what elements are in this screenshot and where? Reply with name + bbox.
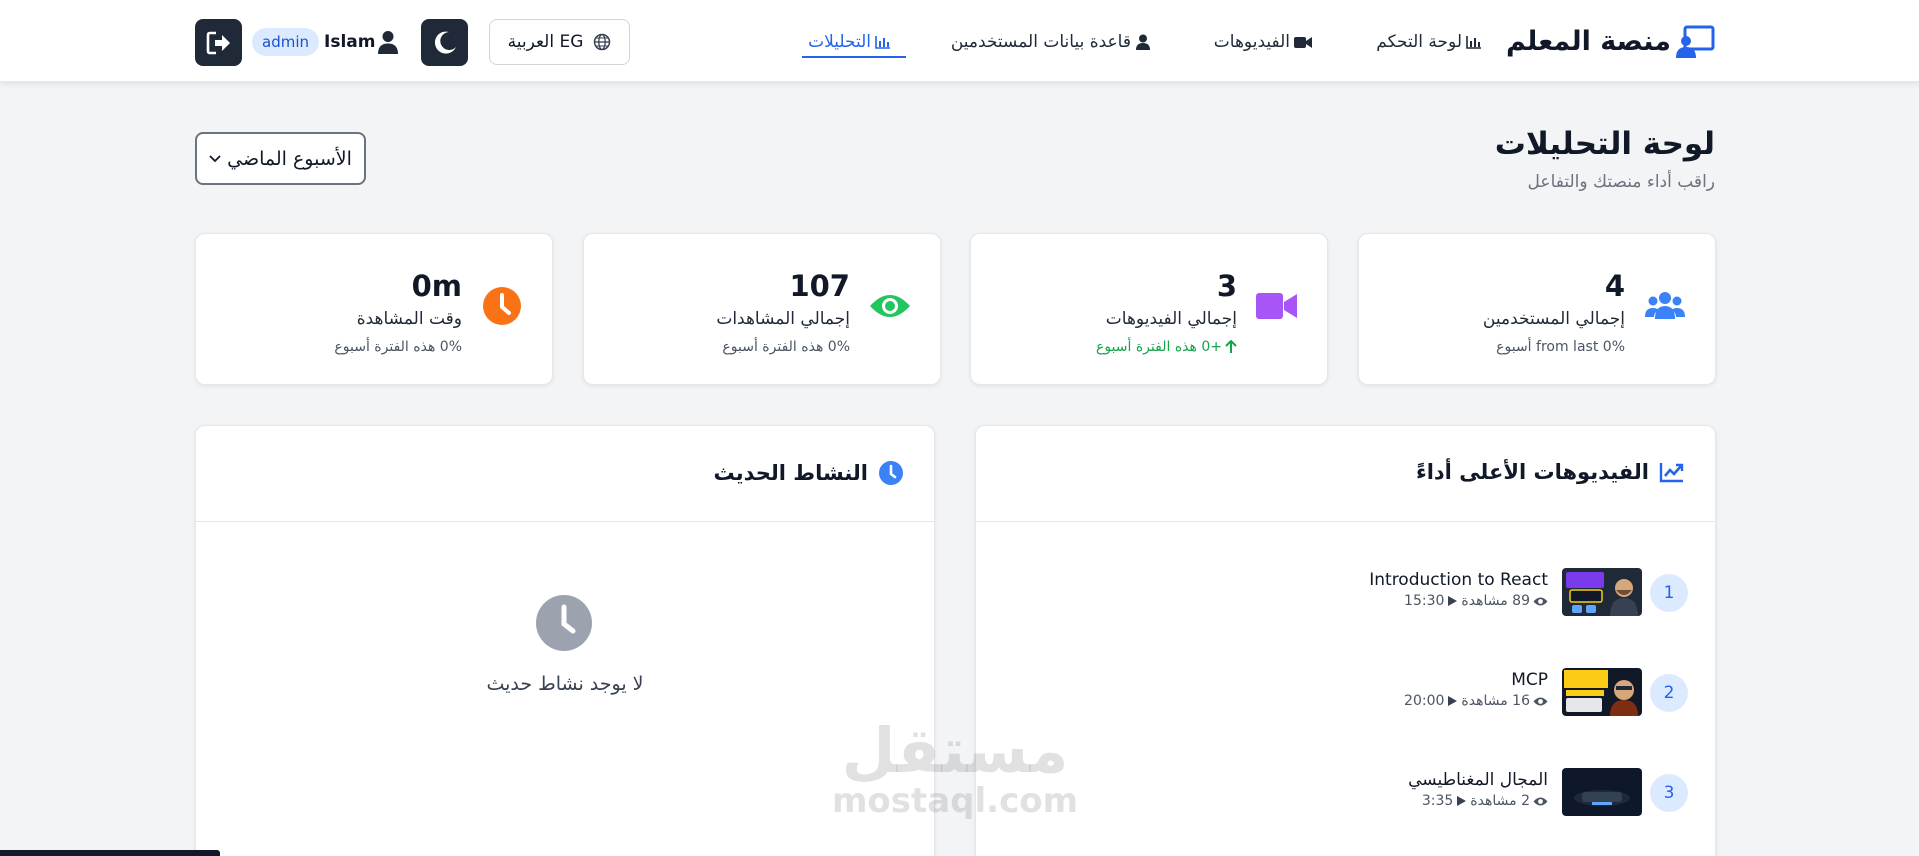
video-thumbnail [1562, 668, 1642, 716]
stat-value-watch-time: 0m [411, 269, 462, 303]
teacher-board-icon [1676, 25, 1715, 58]
theme-toggle-button[interactable] [421, 19, 468, 66]
play-icon [1448, 596, 1458, 606]
top-videos-title: الفيديوهات الأعلى أداءً [1415, 460, 1649, 484]
stat-change-watch-time: 0% هذه الفترة أسبوع [334, 339, 462, 355]
nav-label-analytics: التحليلات [808, 32, 871, 52]
role-badge: admin [252, 28, 319, 56]
nav-link-analytics[interactable]: التحليلات [808, 32, 891, 52]
video-title: المجال المغناطيسي [1408, 770, 1548, 790]
nav-label-videos: الفيديوهات [1213, 32, 1290, 52]
stat-card-users: 4 إجمالي المستخدمين 0% from last أسبوع [1358, 233, 1716, 385]
video-title: Introduction to React [1369, 570, 1548, 590]
video-row[interactable]: 3 المجال المغناطيسي 2 مشاهدة 3:35 [988, 768, 1688, 820]
language-label: EG العربية [507, 32, 584, 52]
recent-activity-panel: النشاط الحديث لا يوجد نشاط حديث [195, 425, 935, 856]
video-row[interactable]: 1 Introduction to React 89 مشاهدة 15:30 [988, 568, 1688, 620]
stat-value-views: 107 [789, 269, 850, 303]
period-value: الأسبوع الماضي [227, 147, 352, 170]
brand-name: منصة المعلم [1505, 25, 1671, 57]
play-icon [1457, 796, 1467, 806]
nav-label-dashboard: لوحة التحكم [1376, 32, 1462, 52]
stat-card-watch-time: 0m وقت المشاهدة 0% هذه الفترة أسبوع [195, 233, 553, 385]
moon-icon [434, 31, 456, 54]
stat-label-users: إجمالي المستخدمين [1482, 309, 1625, 329]
stat-card-views: 107 إجمالي المشاهدات 0% هذه الفترة أسبوع [583, 233, 941, 385]
period-select[interactable]: الأسبوع الماضي [195, 132, 366, 185]
users-icon [1643, 284, 1687, 328]
video-views: 2 مشاهدة [1470, 793, 1530, 809]
page-title: لوحة التحليلات [1494, 126, 1715, 162]
watermark: مستقل mostaql.com [830, 714, 1080, 821]
clock-icon [480, 284, 524, 328]
video-rank: 2 [1650, 674, 1688, 712]
top-videos-panel: الفيديوهات الأعلى أداءً 1 Introduction t… [975, 425, 1716, 856]
nav-label-users-db: قاعدة بيانات المستخدمين [950, 32, 1131, 52]
video-thumbnail [1562, 768, 1642, 816]
page-subtitle: راقب أداء منصتك والتفاعل [1527, 172, 1715, 192]
watermark-latin: mostaql.com [831, 781, 1079, 821]
stat-label-watch-time: وقت المشاهدة [356, 309, 462, 329]
language-selector[interactable]: EG العربية [489, 19, 630, 65]
chart-bars-icon [1466, 36, 1481, 49]
play-icon [1448, 696, 1458, 706]
eye-icon [1533, 597, 1548, 605]
empty-activity-message: لا يوجد نشاط حديث [486, 673, 644, 695]
recent-activity-header: النشاط الحديث [196, 426, 934, 522]
chart-bars-icon [875, 36, 890, 49]
user-icon [1136, 34, 1150, 50]
nav-link-videos[interactable]: الفيديوهات [1214, 32, 1312, 52]
logout-button[interactable] [195, 19, 242, 66]
eye-icon [868, 284, 912, 328]
chevron-down-icon [209, 155, 221, 163]
stat-label-videos: إجمالي الفيديوهات [1105, 309, 1237, 329]
brand[interactable]: منصة المعلم [1506, 24, 1715, 58]
video-rank: 1 [1650, 574, 1688, 612]
top-navbar: منصة المعلم لوحة التحكم الفيديوهات قاعدة… [0, 0, 1919, 82]
logout-icon [206, 31, 230, 54]
stat-value-videos: 3 [1216, 269, 1237, 303]
video-rank: 3 [1650, 774, 1688, 812]
video-title: MCP [1511, 670, 1548, 690]
video-row[interactable]: 2 MCP 16 مشاهدة 20:00 [988, 668, 1688, 720]
video-duration: 3:35 [1421, 793, 1454, 809]
video-views: 89 مشاهدة [1461, 593, 1530, 609]
stat-value-users: 4 [1604, 269, 1625, 303]
top-videos-header: الفيديوهات الأعلى أداءً [976, 426, 1715, 522]
active-tab-underline [802, 56, 906, 58]
stat-change-videos: +0 هذه الفترة أسبوع [1095, 339, 1222, 355]
eye-icon [1533, 797, 1548, 805]
nav-link-users-db[interactable]: قاعدة بيانات المستخدمين [951, 32, 1151, 52]
video-duration: 15:30 [1404, 593, 1445, 609]
watermark-arabic: مستقل [841, 714, 1069, 787]
bottom-scrollbar[interactable] [0, 850, 220, 856]
user-icon [378, 31, 398, 54]
video-camera-icon [1255, 284, 1299, 328]
eye-icon [1533, 697, 1548, 705]
clock-icon [536, 595, 592, 651]
video-thumbnail [1562, 568, 1642, 616]
stat-change-users: 0% from last أسبوع [1496, 339, 1625, 355]
stat-change-videos-row: +0 هذه الفترة أسبوع [1096, 339, 1237, 355]
video-views: 16 مشاهدة [1461, 693, 1530, 709]
stat-change-views: 0% هذه الفترة أسبوع [722, 339, 850, 355]
arrow-up-icon [1225, 340, 1237, 353]
clock-icon [879, 461, 903, 485]
recent-activity-title: النشاط الحديث [713, 461, 869, 485]
stat-label-views: إجمالي المشاهدات [716, 309, 850, 329]
globe-icon [594, 33, 611, 51]
stat-card-videos: 3 إجمالي الفيديوهات +0 هذه الفترة أسبوع [970, 233, 1328, 385]
user-name: Islam [324, 32, 376, 52]
video-camera-icon [1294, 36, 1312, 48]
trending-chart-icon [1659, 463, 1684, 483]
video-duration: 20:00 [1404, 693, 1445, 709]
nav-link-dashboard[interactable]: لوحة التحكم [1376, 32, 1482, 52]
